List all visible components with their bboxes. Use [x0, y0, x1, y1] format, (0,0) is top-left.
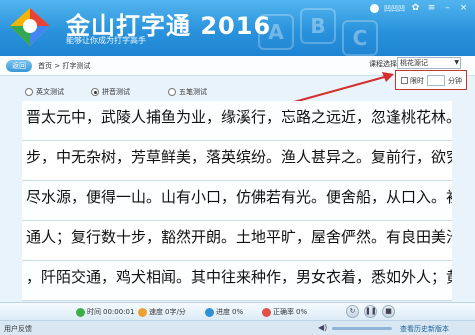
accuracy-stat: 正确率 0%: [262, 307, 307, 317]
restart-button[interactable]: ↻: [346, 305, 359, 318]
text-line-content: ，阡陌交通，鸡犬相闻。其中往来种作，男女衣着，悉如外人；黄发垂髫，: [26, 268, 452, 286]
accuracy-icon: [262, 307, 271, 317]
pause-button[interactable]: ❚❚: [364, 305, 377, 318]
course-select-value: 桃花源记: [400, 59, 428, 67]
deco-letter-c: C: [342, 20, 378, 56]
volume-slider[interactable]: [332, 327, 392, 330]
progress-icon: [205, 307, 214, 317]
clock-icon: [76, 307, 85, 317]
time-stat: 时间 00:00:01: [76, 307, 134, 317]
wubi-label: 五笔测试: [179, 88, 207, 96]
mode-english[interactable]: 英文测试: [25, 87, 64, 97]
time-limit-label: 限时: [410, 77, 424, 85]
breadcrumb: 首页 > 打字测试: [38, 62, 91, 70]
text-line-content: 尽水源，便得一山。山有小口，仿佛若有光。便舍船，从口入。初极狭，才: [26, 188, 452, 206]
pinyin-label: 拼音测试: [102, 88, 130, 96]
text-line: 晋太元中，武陵人捕鱼为业，缘溪行，忘路之远近，忽逢桃花林。夹岸数百: [22, 101, 452, 141]
accuracy-label: 正确率: [273, 308, 294, 316]
progress-label: 进度: [216, 308, 230, 316]
english-label: 英文测试: [36, 88, 64, 96]
text-line-content: 通人；复行数十步，豁然开朗。土地平旷，屋舍俨然。有良田美池桑竹之属: [26, 228, 452, 246]
text-line-content: 步，中无杂树，芳草鲜美，落英缤纷。渔人甚异之。复前行，欲穷其林。林: [26, 148, 452, 166]
app-subtitle: 能够让你成为打字高手: [66, 36, 146, 45]
wubi-radio[interactable]: [168, 88, 176, 96]
skin-icon[interactable]: ✿: [410, 3, 421, 14]
text-line: 步，中无杂树，芳草鲜美，落英缤纷。渔人甚异之。复前行，欲穷其林。林: [22, 141, 452, 181]
time-limit-checkbox[interactable]: [401, 77, 408, 84]
minimize-button[interactable]: –: [442, 3, 453, 14]
user-area: 凹凹凹 ✿ ≡ – ×: [370, 3, 469, 14]
version-link[interactable]: 查看历史新版本: [400, 324, 449, 334]
speed-label: 速度: [149, 308, 163, 316]
menu-icon[interactable]: ≡: [426, 3, 437, 14]
course-select[interactable]: 桃花源记 ▼: [397, 57, 461, 69]
pinyin-radio[interactable]: [91, 88, 99, 96]
text-line: 通人；复行数十步，豁然开朗。土地平旷，屋舍俨然。有良田美池桑竹之属: [22, 221, 452, 261]
bottom-bar: 用户反馈 ◀) 查看历史新版本: [0, 320, 475, 335]
speed-stat: 速度 0字/分: [138, 307, 186, 317]
text-line: 尽水源，便得一山。山有小口，仿佛若有光。便舍船，从口入。初极狭，才: [22, 181, 452, 221]
minutes-input[interactable]: [427, 75, 445, 86]
deco-letter-b: B: [300, 8, 336, 44]
finish-button[interactable]: ■: [382, 305, 395, 318]
minutes-unit-label: 分钟: [448, 77, 462, 85]
username[interactable]: 凹凹凹: [384, 4, 405, 14]
app-header: 金山打字通 2016 能够让你成为打字高手 A B C 凹凹凹 ✿ ≡ – ×: [0, 0, 475, 56]
progress-value: 0%: [232, 308, 244, 316]
english-radio[interactable]: [25, 88, 33, 96]
close-button[interactable]: ×: [458, 3, 469, 14]
back-button[interactable]: 返回: [6, 60, 32, 72]
time-limit-box: 限时 分钟: [395, 70, 467, 90]
mode-wubi[interactable]: 五笔测试: [168, 87, 207, 97]
speaker-icon[interactable]: ◀): [318, 323, 327, 332]
accuracy-value: 0%: [296, 308, 308, 316]
status-bar: 时间 00:00:01 速度 0字/分 进度 0% 正确率 0% ↻ ❚❚ ■: [0, 302, 475, 320]
time-value: 00:00:01: [103, 308, 135, 316]
typing-text-area[interactable]: 晋太元中，武陵人捕鱼为业，缘溪行，忘路之远近，忽逢桃花林。夹岸数百 步，中无杂树…: [22, 101, 452, 301]
speed-value: 0字/分: [165, 308, 186, 316]
deco-letter-a: A: [258, 14, 294, 50]
chevron-down-icon: ▼: [454, 59, 459, 66]
time-label: 时间: [87, 308, 101, 316]
text-line: ，阡陌交通，鸡犬相闻。其中往来种作，男女衣着，悉如外人；黄发垂髫，: [22, 261, 452, 301]
feedback-link[interactable]: 用户反馈: [4, 324, 32, 334]
text-line-content: 晋太元中，武陵人捕鱼为业，缘溪行，忘路之远近，忽逢桃花林。夹岸数百: [26, 108, 452, 126]
progress-stat: 进度 0%: [205, 307, 243, 317]
mode-pinyin[interactable]: 拼音测试: [91, 87, 130, 97]
speed-icon: [138, 307, 147, 317]
app-logo-icon: [10, 8, 50, 46]
avatar-icon[interactable]: [370, 4, 379, 13]
